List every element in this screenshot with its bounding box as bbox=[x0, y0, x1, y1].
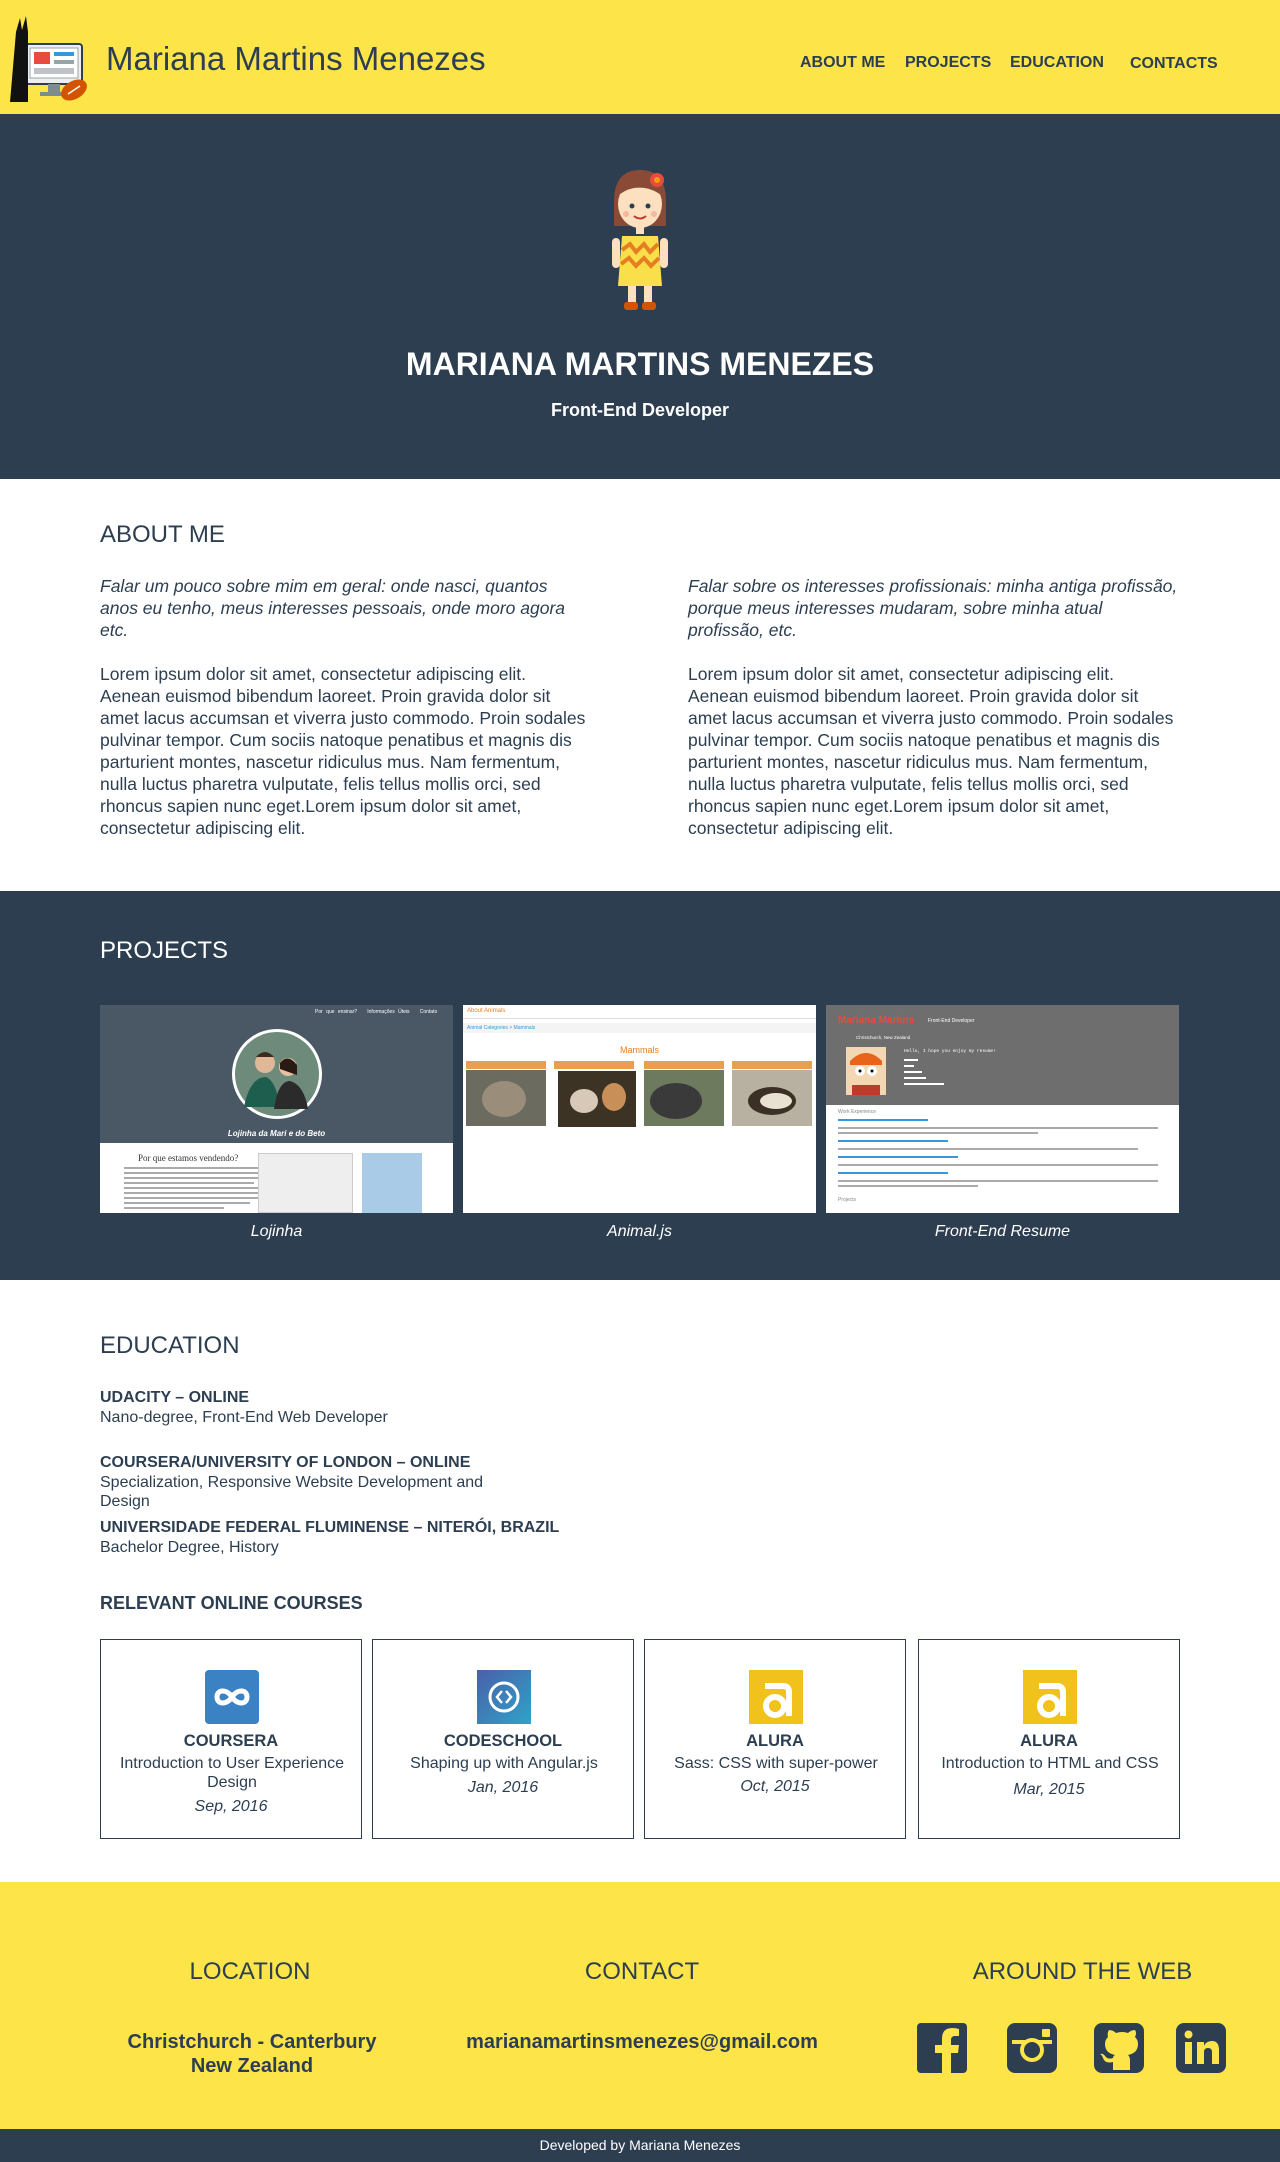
edu-degree: Specialization, Responsive Website Devel… bbox=[100, 1474, 484, 1510]
project-caption[interactable]: Lojinha bbox=[100, 1223, 453, 1241]
thumb-nav-item: Informações Úteis bbox=[367, 1009, 410, 1015]
edu-school: UNIVERSIDADE FEDERAL FLUMINENSE – NITERÓ… bbox=[100, 1519, 560, 1536]
logo-icon[interactable] bbox=[6, 10, 88, 108]
course-card: COURSERA Introduction to User Experience… bbox=[100, 1639, 362, 1839]
thumb-footer-section: Projects bbox=[838, 1197, 857, 1203]
about-section: ABOUT ME Falar um pouco sobre mim em ger… bbox=[0, 479, 1280, 891]
thumb-skills bbox=[904, 1059, 944, 1085]
edu-degree: Bachelor Degree, History bbox=[100, 1539, 279, 1556]
thumb-banner-text: Lojinha da Mari e do Beto bbox=[227, 1129, 326, 1138]
nav-projects[interactable]: PROJECTS bbox=[905, 54, 991, 72]
course-name: Shaping up with Angular.js bbox=[410, 1755, 598, 1772]
about-column-personal: Falar um pouco sobre mim em geral: onde … bbox=[100, 575, 590, 839]
course-date: Mar, 2015 bbox=[1013, 1781, 1085, 1798]
thumb-name: Mariana Martins bbox=[838, 1015, 915, 1026]
projects-title: PROJECTS bbox=[100, 937, 229, 964]
coursera-icon bbox=[205, 1670, 259, 1724]
thumb-fry-icon bbox=[846, 1047, 886, 1095]
thumb-greeting: Hello, I hope you enjoy my resume! bbox=[904, 1049, 996, 1054]
avatar bbox=[612, 170, 668, 310]
course-date: Oct, 2015 bbox=[740, 1778, 810, 1795]
projects-section: PROJECTS Por que ensinar? Informações Út… bbox=[0, 891, 1280, 1280]
thumb-topbar: About Animals bbox=[463, 1005, 816, 1019]
course-date: Sep, 2016 bbox=[194, 1798, 268, 1815]
footer: LOCATION Christchurch - Canterbury New Z… bbox=[0, 1882, 1280, 2129]
thumb-nav: Por que ensinar? Informações Úteis Conta… bbox=[315, 1009, 437, 1015]
thumb-breadcrumb: Animal Categories > Mammals bbox=[463, 1023, 816, 1033]
thumb-heading: Por que estamos vendendo? bbox=[138, 1153, 239, 1163]
thumb-gallery bbox=[466, 1061, 812, 1127]
nav-contacts[interactable]: CONTACTS bbox=[1130, 55, 1218, 73]
alura-icon bbox=[749, 1670, 803, 1724]
course-provider: ALURA bbox=[1020, 1732, 1078, 1750]
thumb-section: Work Experience bbox=[838, 1109, 876, 1115]
project-thumb-lojinha[interactable]: Por que ensinar? Informações Úteis Conta… bbox=[100, 1005, 453, 1213]
course-provider: CODESCHOOL bbox=[443, 1732, 563, 1750]
course-card: CODESCHOOL Shaping up with Angular.js Ja… bbox=[372, 1639, 634, 1839]
course-card: ALURA Sass: CSS with super-power Oct, 20… bbox=[644, 1639, 906, 1839]
github-icon[interactable] bbox=[1093, 2022, 1145, 2074]
thumb-text-lines bbox=[124, 1167, 264, 1209]
instagram-icon[interactable] bbox=[1006, 2022, 1058, 2074]
thumb-nav-item: Contato bbox=[419, 1009, 438, 1015]
footer-credit: Developed by Mariana Menezes bbox=[0, 2129, 1280, 2162]
thumb-map bbox=[362, 1153, 422, 1213]
course-name: Introduction to User Experience Design bbox=[119, 1755, 345, 1791]
project-thumb-animaljs[interactable]: About Animals Animal Categories > Mammal… bbox=[463, 1005, 816, 1213]
edu-degree: Nano-degree, Front-End Web Developer bbox=[100, 1409, 388, 1426]
about-body: Lorem ipsum dolor sit amet, consectetur … bbox=[688, 664, 1174, 838]
linkedin-icon[interactable] bbox=[1175, 2022, 1227, 2074]
site-name[interactable]: Mariana Martins Menezes bbox=[106, 40, 486, 78]
facebook-icon[interactable] bbox=[916, 2022, 968, 2074]
thumb-role: Front-End Developer bbox=[928, 1018, 975, 1024]
course-card: ALURA Introduction to HTML and CSS Mar, … bbox=[918, 1639, 1180, 1839]
course-provider: COURSERA bbox=[183, 1732, 279, 1750]
about-title: ABOUT ME bbox=[100, 521, 225, 548]
course-date: Jan, 2016 bbox=[467, 1779, 539, 1796]
location-line: Christchurch - Canterbury bbox=[127, 2031, 377, 2053]
thumb-heading: Mammals bbox=[619, 1045, 659, 1055]
location-line: New Zealand bbox=[190, 2055, 314, 2077]
course-provider: ALURA bbox=[746, 1732, 804, 1750]
site-header: Mariana Martins Menezes ABOUT ME PROJECT… bbox=[0, 0, 1280, 114]
course-name: Introduction to HTML and CSS bbox=[941, 1755, 1159, 1772]
thumb-nav-item: Por que ensinar? bbox=[315, 1009, 358, 1015]
thumb-location: Christchurch, New Zealand bbox=[856, 1035, 911, 1040]
about-body: Lorem ipsum dolor sit amet, consectetur … bbox=[100, 664, 586, 838]
thumb-map-card bbox=[258, 1153, 353, 1213]
education-title: EDUCATION bbox=[100, 1332, 240, 1359]
project-thumb-resume[interactable]: Mariana Martins Front-End Developer Chri… bbox=[826, 1005, 1179, 1213]
education-section: EDUCATION UDACITY – ONLINE Nano-degree, … bbox=[0, 1280, 1280, 1882]
courses-title: RELEVANT ONLINE COURSES bbox=[100, 1593, 363, 1613]
contact-title: CONTACT bbox=[584, 1958, 700, 1985]
hero-role: Front-End Developer bbox=[550, 400, 729, 420]
contact-email[interactable]: marianamartinsmenezes@gmail.com bbox=[442, 2030, 842, 2054]
about-column-professional: Falar sobre os interesses profissionais:… bbox=[688, 575, 1178, 839]
about-intro: Falar um pouco sobre mim em geral: onde … bbox=[100, 576, 566, 640]
project-caption[interactable]: Front-End Resume bbox=[826, 1223, 1179, 1241]
nav-about-me[interactable]: ABOUT ME bbox=[800, 54, 885, 72]
project-caption[interactable]: Animal.js bbox=[463, 1223, 816, 1241]
thumb-photo bbox=[232, 1029, 322, 1119]
thumb-text-lines bbox=[838, 1119, 1158, 1187]
codeschool-icon bbox=[477, 1670, 531, 1724]
edu-school: UDACITY – ONLINE bbox=[100, 1389, 250, 1406]
about-intro: Falar sobre os interesses profissionais:… bbox=[688, 576, 1178, 640]
web-title: AROUND THE WEB bbox=[972, 1958, 1193, 1985]
alura-icon bbox=[1023, 1670, 1077, 1724]
location-title: LOCATION bbox=[189, 1958, 311, 1985]
location-text: Christchurch - Canterbury New Zealand bbox=[100, 2030, 404, 2078]
edu-school: COURSERA/UNIVERSITY OF LONDON – ONLINE bbox=[100, 1454, 471, 1471]
hero-name: MARIANA MARTINS MENEZES bbox=[405, 346, 875, 382]
hero-section: MARIANA MARTINS MENEZES Front-End Develo… bbox=[0, 114, 1280, 479]
course-name: Sass: CSS with super-power bbox=[674, 1755, 878, 1772]
nav-education[interactable]: EDUCATION bbox=[1010, 54, 1104, 72]
